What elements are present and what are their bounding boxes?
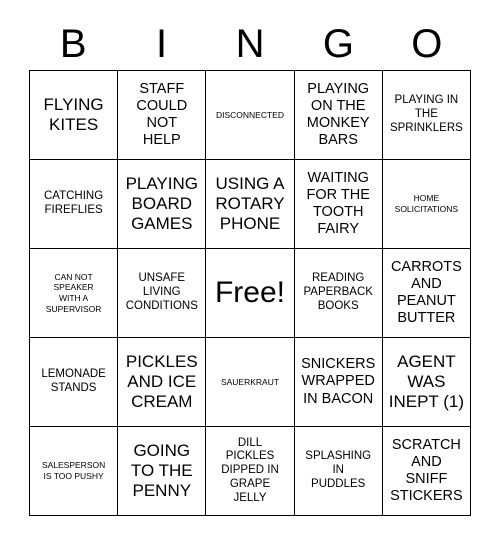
bingo-cell-label: HOME SOLICITATIONS (394, 193, 459, 214)
bingo-cell-label: PICKLES AND ICE CREAM (125, 352, 198, 411)
bingo-cell-label: UNSAFE LIVING CONDITIONS (125, 272, 198, 312)
bingo-card: B I N G O FLYING KITES STAFF COULD NOT HE… (0, 0, 500, 544)
bingo-header: B I N G O (29, 18, 471, 70)
bingo-cell[interactable]: CARROTS AND PEANUT BUTTER (382, 249, 471, 338)
bingo-cell-label: PLAYING BOARD GAMES (125, 174, 198, 233)
bingo-cell-label: SPLASHING IN PUDDLES (305, 450, 372, 490)
bingo-cell[interactable]: SAUERKRAUT (206, 338, 295, 427)
bingo-cell[interactable]: CATCHING FIREFLIES (30, 160, 119, 249)
header-letter-o: O (411, 22, 443, 66)
bingo-cell[interactable]: PLAYING ON THE MONKEY BARS (294, 71, 383, 160)
header-letter-i: I (156, 22, 168, 66)
bingo-cell[interactable]: LEMONADE STANDS (30, 338, 119, 427)
bingo-cell[interactable]: WAITING FOR THE TOOTH FAIRY (294, 160, 383, 249)
bingo-cell-label: FLYING KITES (43, 95, 104, 134)
bingo-cell-label: DISCONNECTED (215, 109, 284, 120)
bingo-cell-label: CATCHING FIREFLIES (43, 190, 104, 216)
bingo-cell-label: GOING TO THE PENNY (130, 441, 193, 500)
bingo-cell[interactable]: AGENT WAS INEPT (1) (382, 338, 471, 427)
bingo-cell[interactable]: DISCONNECTED (206, 71, 295, 160)
bingo-cell[interactable]: USING A ROTARY PHONE (206, 160, 295, 249)
bingo-cell-label: STAFF COULD NOT HELP (136, 80, 188, 149)
bingo-cell[interactable]: READING PAPERBACK BOOKS (294, 249, 383, 338)
bingo-cell-label: PLAYING IN THE SPRINKLERS (389, 94, 463, 134)
bingo-cell[interactable]: HOME SOLICITATIONS (382, 160, 471, 249)
bingo-cell[interactable]: STAFF COULD NOT HELP (118, 71, 207, 160)
bingo-cell-label: WAITING FOR THE TOOTH FAIRY (306, 169, 370, 238)
bingo-cell[interactable]: GOING TO THE PENNY (118, 427, 207, 516)
bingo-cell[interactable]: CAN NOT SPEAKER WITH A SUPERVISOR (30, 249, 119, 338)
bingo-cell-label: READING PAPERBACK BOOKS (303, 272, 373, 312)
bingo-cell-label: LEMONADE STANDS (41, 368, 106, 394)
bingo-cell[interactable]: PICKLES AND ICE CREAM (118, 338, 207, 427)
bingo-cell[interactable]: PLAYING BOARD GAMES (118, 160, 207, 249)
header-letter-n: N (235, 22, 265, 66)
header-letter-g: G (322, 22, 354, 66)
header-letter-b: B (59, 22, 87, 66)
bingo-cell-label: Free! (214, 276, 285, 310)
bingo-cell[interactable]: SALESPERSON IS TOO PUSHY (30, 427, 119, 516)
bingo-cell-label: CARROTS AND PEANUT BUTTER (390, 258, 462, 327)
bingo-cell[interactable]: UNSAFE LIVING CONDITIONS (118, 249, 207, 338)
bingo-cell-label: AGENT WAS INEPT (1) (388, 352, 465, 411)
bingo-cell[interactable]: SPLASHING IN PUDDLES (294, 427, 383, 516)
bingo-cell-free[interactable]: Free! (206, 249, 295, 338)
bingo-cell-label: SALESPERSON IS TOO PUSHY (41, 460, 106, 481)
bingo-cell[interactable]: DILL PICKLES DIPPED IN GRAPE JELLY (206, 427, 295, 516)
bingo-cell-label: SNICKERS WRAPPED IN BACON (301, 356, 376, 407)
bingo-cell-label: PLAYING ON THE MONKEY BARS (306, 80, 370, 149)
bingo-cell-label: SCRATCH AND SNIFF STICKERS (390, 436, 463, 505)
bingo-cell-label: SAUERKRAUT (220, 376, 280, 387)
bingo-cell-label: DILL PICKLES DIPPED IN GRAPE JELLY (221, 436, 279, 504)
bingo-cell-label: CAN NOT SPEAKER WITH A SUPERVISOR (45, 271, 102, 314)
bingo-cell[interactable]: PLAYING IN THE SPRINKLERS (382, 71, 471, 160)
bingo-cell-label: USING A ROTARY PHONE (215, 174, 285, 233)
bingo-cell[interactable]: SNICKERS WRAPPED IN BACON (294, 338, 383, 427)
bingo-cell[interactable]: FLYING KITES (30, 71, 119, 160)
bingo-grid: FLYING KITES STAFF COULD NOT HELP DISCONNE… (29, 70, 471, 516)
bingo-cell[interactable]: SCRATCH AND SNIFF STICKERS (382, 427, 471, 516)
